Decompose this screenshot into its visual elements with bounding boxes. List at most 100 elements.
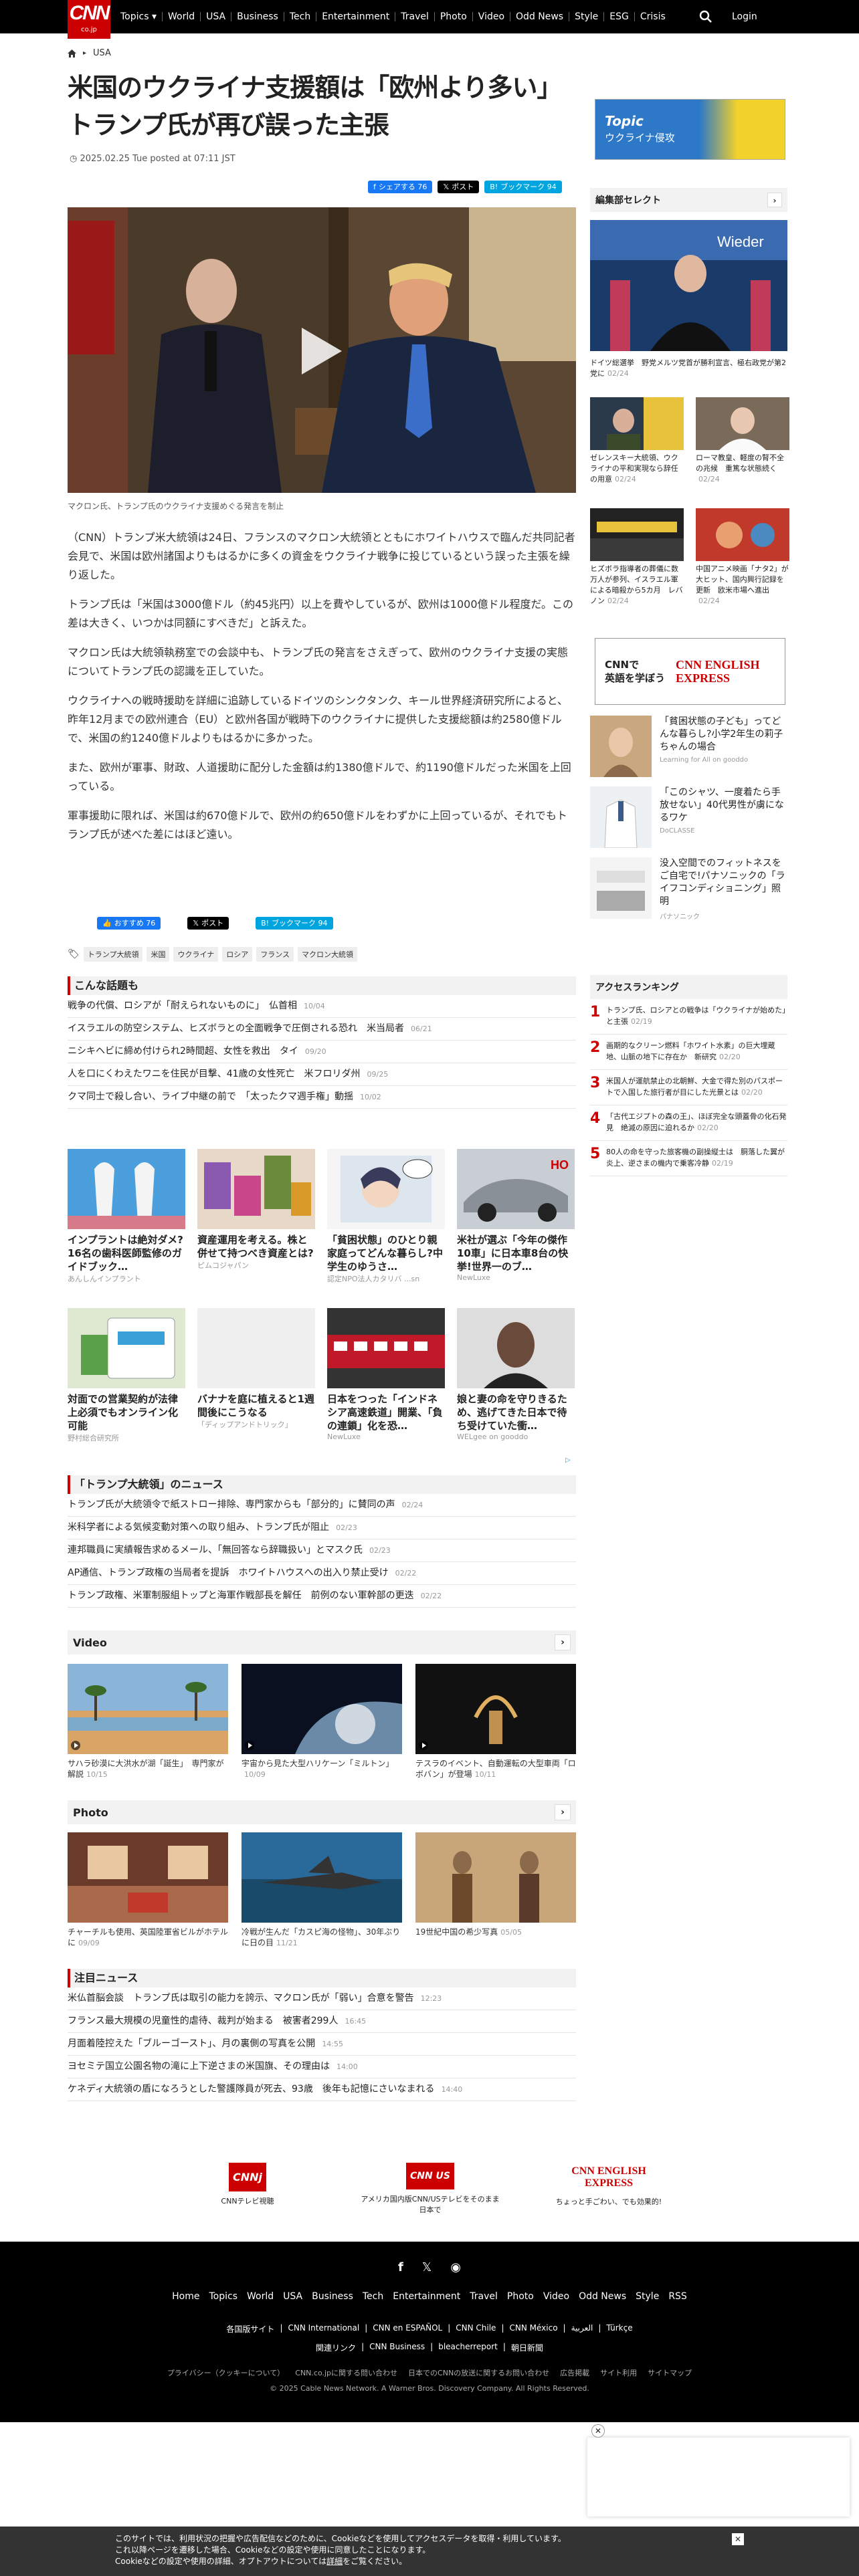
nav-item[interactable]: Tech [283,12,316,21]
nav-item[interactable]: Video [472,12,510,21]
login-link[interactable]: Login [732,0,757,33]
editor-main-card[interactable]: Wieder ドイツ総選挙 野党メルツ党首が勝利宣言、極右政党が第2党に 02/2… [590,220,787,379]
nav-item[interactable]: ESG [603,12,634,21]
footer-link[interactable]: サイト利用 [600,2367,637,2378]
breadcrumb-section[interactable]: USA [93,48,111,58]
adchoices-icon[interactable]: ▷ [565,1457,571,1464]
list-item[interactable]: トランプ政権、米軍制服組トップと海軍作戦部長を解任 前例のない軍幹部の更迭 02/… [68,1585,576,1608]
close-icon[interactable]: ✕ [732,2533,744,2545]
video-card[interactable]: サハラ砂漠に大洪水が湖「誕生」 専門家が解説 10/15 [68,1664,228,1780]
nav-item[interactable]: Travel [395,12,434,21]
ad-card[interactable]: 娘と妻の命を守りきるため、逃げてきた日本で待ち受けていた衝… WELgee on… [457,1308,575,1441]
footer-link[interactable]: プライバシー（クッキーについて） [167,2367,284,2378]
facebook-icon[interactable]: f [398,2260,403,2274]
sponsored-item[interactable]: 没入空間でのフィットネスをご自宅で!パナソニックの「ライフコンディショニング」照… [590,857,787,921]
footer-nav-item[interactable]: World [247,2291,274,2302]
hatena-bookmark-button[interactable]: B! ブックマーク 94 [256,917,333,930]
list-item[interactable]: 米仏首脳会談 トランプ氏は取引の能力を誇示、マクロン氏が「弱い」合意を警告 12:… [68,1988,576,2010]
english-express-ad[interactable]: CNNで 英語を学ぼう CNN ENGLISH EXPRESS [595,638,785,705]
footer-nav-item[interactable]: USA [283,2291,302,2302]
footer-link[interactable]: CNN Business [369,2342,425,2353]
nav-item[interactable]: Photo [434,12,472,21]
footer-nav-item[interactable]: RSS [668,2291,687,2302]
sponsored-item[interactable]: 「貧困状態の子ども」ってどんな暮らし?小学2年生の莉子ちゃんの場合 Learnin… [590,716,787,777]
ad-card[interactable]: バナナを庭に植えると1週間後にこうなる 「ディップアンドトリック」 [197,1308,315,1430]
footer-link[interactable]: 日本でのCNNの放送に関するお問い合わせ [408,2367,549,2378]
ad-card[interactable]: 日本をつった「インドネシア高速鉄道」開業、「負の連鎖」化を恐… NewLuxe [327,1308,445,1441]
list-item[interactable]: AP通信、トランプ政権の当局者を提訴 ホワイトハウスへの出入り禁止受け 02/22 [68,1562,576,1585]
tag[interactable]: トランプ大統領 [83,947,143,962]
video-card[interactable]: 宇宙から見た大型ハリケーン「ミルトン」10/09 [242,1664,402,1780]
photo-card[interactable]: 19世紀中国の希少写真 05/05 [415,1832,576,1938]
cnnj-banner[interactable]: CNNj CNNテレビ視聴 [201,2163,294,2206]
editor-card[interactable]: ローマ教皇、軽度の腎不全の兆候 重篤な状態続く02/24 [696,397,789,485]
footer-link[interactable]: 広告掲載 [560,2367,589,2378]
footer-link[interactable]: Türkçe [606,2323,632,2335]
footer-nav-item[interactable]: Topics [209,2291,238,2302]
list-item[interactable]: クマ同士で殺し合い、ライブ中継の前で 「太ったクマ週手権」動揺 10/02 [68,1086,576,1109]
list-item[interactable]: 米科学者による気候変動対策への取り組み、トランプ氏が阻止 02/23 [68,1517,576,1539]
list-item[interactable]: 人を口にくわえたワニを住民が目撃、41歳の女性死亡 米フロリダ州 09/25 [68,1063,576,1086]
footer-link[interactable]: CNN.co.jpに関する問い合わせ [295,2367,397,2378]
footer-nav-item[interactable]: Photo [507,2291,534,2302]
facebook-recommend-button[interactable]: 👍 おすすめ 76 [97,917,161,930]
list-item[interactable]: ニシキヘビに締め付けられ2時間超、女性を救出 タイ 09/20 [68,1041,576,1063]
photo-card[interactable]: 冷戦が生んだ「カスピ海の怪物」、30年ぶりに日の目 11/21 [242,1832,402,1949]
nav-item[interactable]: Business [231,12,284,21]
cnn-logo[interactable]: CNN co.jp [68,0,110,39]
home-icon[interactable] [68,49,76,58]
facebook-share-button[interactable]: f シェアする 76 [368,181,433,193]
list-item[interactable]: 戦争の代償、ロシアが「耐えられないものに」 仏首相 10/04 [68,995,576,1018]
ranking-item[interactable]: 2 画期的なクリーン燃料「ホワイト水素」の巨大埋蔵地、山脈の地下に存在か 新研究 0… [590,1035,787,1070]
footer-link[interactable]: CNN en ESPAÑOL [373,2323,442,2335]
footer-link[interactable]: サイトマップ [648,2367,692,2378]
cookie-details-link[interactable]: 詳細 [326,2557,343,2566]
tag[interactable]: ロシア [222,947,253,962]
article-video-player[interactable] [68,207,576,493]
list-item[interactable]: トランプ氏が大統領令で紙ストロー排除、専門家からも「部分的」に賛同の声 02/24 [68,1494,576,1517]
footer-link[interactable]: CNN Chile [456,2323,496,2335]
chevron-right-icon[interactable]: › [555,1804,571,1820]
list-item[interactable]: ヨセミテ国立公園名物の滝に上下逆さまの米国旗、その理由は 14:00 [68,2056,576,2078]
english-express-banner[interactable]: CNN ENGLISH EXPRESS ちょっと手ごわい、でも効果的! [549,2163,669,2207]
sponsored-item[interactable]: 「このシャツ、一度着たら手放せない」40代男性が虜になるワケ DoCLASSE [590,786,787,848]
tag[interactable]: マクロン大統領 [298,947,358,962]
footer-nav-item[interactable]: Tech [363,2291,383,2302]
footer-nav-item[interactable]: Travel [470,2291,498,2302]
nav-item[interactable]: Entertainment [316,12,395,21]
editor-card[interactable]: ゼレンスキー大統領、ウクライナの平和実現なら辞任の用意 02/24 [590,397,684,485]
x-post-button[interactable]: 𝕏 ポスト [187,917,229,930]
footer-link[interactable]: CNN International [288,2323,359,2335]
hatena-bookmark-button[interactable]: B! ブックマーク 94 [484,181,562,193]
footer-nav-item[interactable]: Video [543,2291,569,2302]
search-icon[interactable] [699,10,712,23]
nav-item[interactable]: World [161,12,200,21]
chevron-right-icon[interactable]: › [555,1634,571,1650]
tag[interactable]: 米国 [147,947,170,962]
nav-item[interactable]: Style [569,12,603,21]
x-icon[interactable]: 𝕏 [422,2260,432,2274]
chevron-right-icon[interactable]: › [767,193,782,207]
photo-card[interactable]: チャーチルも使用、英国陸軍省ビルがホテルに 09/09 [68,1832,228,1949]
ad-card[interactable]: 「貧困状態」のひとり親家庭ってどんな暮らし?中学生のゆうさ… 認定NPO法人カタ… [327,1149,445,1284]
nav-item[interactable]: Crisis [634,12,671,21]
ranking-item[interactable]: 3 米国人が運航禁止の北朝鮮、大金で得た別のパスポートで入国した旅行者が目にした光… [590,1070,787,1105]
nav-item[interactable]: Odd News [510,12,569,21]
ranking-item[interactable]: 5 80人の命を守った旅客機の副操縦士は 胴落した翼が炎上、逆さまの機内で乗客冷静… [590,1141,787,1176]
rss-icon[interactable]: ◉ [450,2260,461,2274]
footer-link[interactable]: العربية [571,2323,593,2335]
cnn-us-banner[interactable]: CNN US アメリカ国内版CNN/USテレビをそのまま日本で [360,2163,500,2215]
editor-card[interactable]: ヒズボラ指導者の葬儀に数万人が参列、イスラエル軍による暗殺から5カ月 レバノン 0… [590,508,684,607]
list-item[interactable]: 月面着陸控えた「ブルーゴースト」、月の裏側の写真を公開 14:55 [68,2033,576,2056]
editor-card[interactable]: 中国アニメ映画「ナタ2」が大ヒット、国内興行記録を更新 欧米市場へ進出02/24 [696,508,789,607]
ad-card[interactable]: 対面での営業契約が法律上必須でもオンライン化可能 野村総合研究所 [68,1308,185,1443]
topic-banner[interactable]: Topic ウクライナ侵攻 [595,99,785,160]
list-item[interactable]: フランス最大規模の児童性的虐待、裁判が始まる 被害者299人 16:45 [68,2010,576,2033]
nav-item[interactable]: Topics ▾ [115,12,162,21]
video-card[interactable]: テスラのイベント、自動運転の大型車両「ロボバン」が登場 10/11 [415,1664,576,1780]
ad-card[interactable]: インプラントは絶対ダメ?16名の歯科医師監修のガイドブック… あんしんインプラン… [68,1149,185,1284]
ranking-item[interactable]: 4 「古代エジプトの森の王」、ほぼ完全な頭蓋骨の化石発見 絶滅の原因に迫れるか 02… [590,1105,787,1141]
footer-nav-item[interactable]: Entertainment [393,2291,460,2302]
footer-link[interactable]: bleacherreport [438,2342,498,2353]
x-post-button[interactable]: 𝕏 ポスト [438,181,480,193]
